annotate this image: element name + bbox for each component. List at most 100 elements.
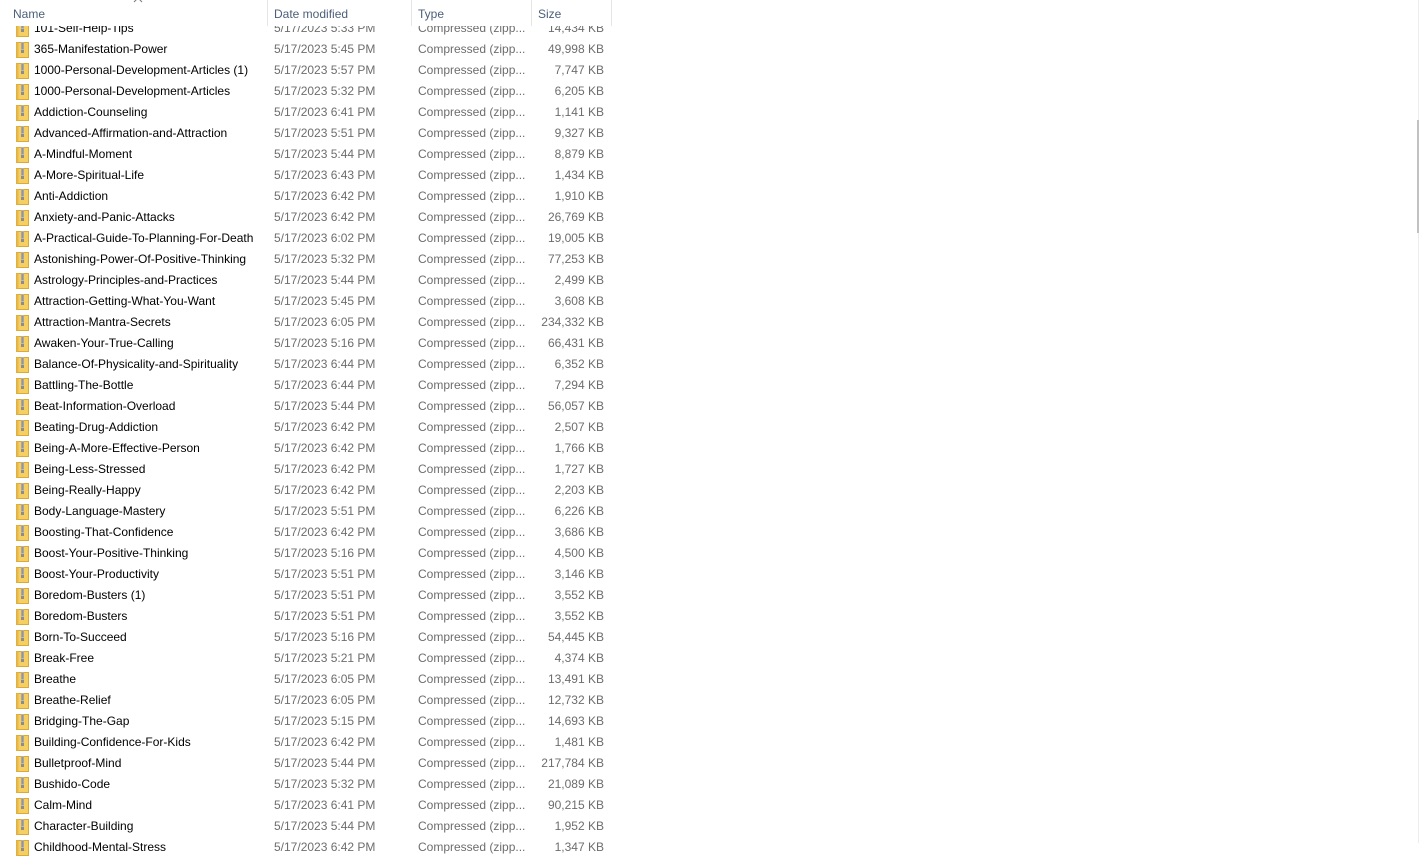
file-row[interactable]: Childhood-Mental-Stress 5/17/2023 6:42 P… (0, 837, 612, 858)
file-name: Astonishing-Power-Of-Positive-Thinking (34, 252, 247, 266)
zip-folder-icon (16, 609, 29, 625)
file-type: Compressed (zipp... (418, 462, 526, 476)
zip-folder-icon (16, 63, 29, 79)
file-size: 3,686 KB (554, 525, 604, 539)
file-type: Compressed (zipp... (418, 84, 526, 98)
file-name: Addiction-Counseling (34, 105, 148, 119)
file-date-modified: 5/17/2023 6:41 PM (274, 798, 376, 812)
file-row[interactable]: Bridging-The-Gap 5/17/2023 5:15 PM Compr… (0, 711, 612, 732)
file-name: 1000-Personal-Development-Articles (34, 84, 231, 98)
file-type: Compressed (zipp... (418, 735, 526, 749)
file-type: Compressed (zipp... (418, 441, 526, 455)
file-row[interactable]: Boost-Your-Positive-Thinking 5/17/2023 5… (0, 543, 612, 564)
zip-folder-icon (16, 735, 29, 751)
file-row[interactable]: Battling-The-Bottle 5/17/2023 6:44 PM Co… (0, 375, 612, 396)
file-date-modified: 5/17/2023 5:32 PM (274, 777, 376, 791)
file-date-modified: 5/17/2023 6:44 PM (274, 378, 376, 392)
file-row[interactable]: Anti-Addiction 5/17/2023 6:42 PM Compres… (0, 186, 612, 207)
file-date-modified: 5/17/2023 5:44 PM (274, 756, 376, 770)
file-row[interactable]: Building-Confidence-For-Kids 5/17/2023 6… (0, 732, 612, 753)
zip-folder-icon (16, 651, 29, 667)
file-row[interactable]: Astrology-Principles-and-Practices 5/17/… (0, 270, 612, 291)
file-date-modified: 5/17/2023 6:42 PM (274, 735, 376, 749)
file-row[interactable]: 1000-Personal-Development-Articles (1) 5… (0, 60, 612, 81)
column-header-type[interactable]: Type (412, 0, 531, 26)
file-row[interactable]: Advanced-Affirmation-and-Attraction 5/17… (0, 123, 612, 144)
file-size: 66,431 KB (547, 336, 604, 350)
column-header-type-label: Type (418, 7, 445, 21)
file-row[interactable]: Breathe-Relief 5/17/2023 6:05 PM Compres… (0, 690, 612, 711)
column-header-name-label: Name (13, 7, 46, 21)
file-row[interactable]: Calm-Mind 5/17/2023 6:41 PM Compressed (… (0, 795, 612, 816)
file-row[interactable]: Bushido-Code 5/17/2023 5:32 PM Compresse… (0, 774, 612, 795)
file-size: 2,499 KB (554, 273, 604, 287)
file-row[interactable]: Born-To-Succeed 5/17/2023 5:16 PM Compre… (0, 627, 612, 648)
file-type: Compressed (zipp... (418, 630, 526, 644)
file-row[interactable]: Beating-Drug-Addiction 5/17/2023 6:42 PM… (0, 417, 612, 438)
file-row[interactable]: Being-A-More-Effective-Person 5/17/2023 … (0, 438, 612, 459)
file-row[interactable]: 1000-Personal-Development-Articles 5/17/… (0, 81, 612, 102)
file-row[interactable]: Addiction-Counseling 5/17/2023 6:41 PM C… (0, 102, 612, 123)
column-header-size[interactable]: Size (532, 0, 611, 26)
file-row[interactable]: Astonishing-Power-Of-Positive-Thinking 5… (0, 249, 612, 270)
file-row[interactable]: Boredom-Busters (1) 5/17/2023 5:51 PM Co… (0, 585, 612, 606)
file-row[interactable]: Boosting-That-Confidence 5/17/2023 6:42 … (0, 522, 612, 543)
column-resize-handle[interactable] (611, 0, 612, 26)
zip-folder-icon (16, 84, 29, 100)
file-row[interactable]: Anxiety-and-Panic-Attacks 5/17/2023 6:42… (0, 207, 612, 228)
file-row[interactable]: Attraction-Getting-What-You-Want 5/17/20… (0, 291, 612, 312)
column-header-date-label: Date modified (274, 7, 349, 21)
file-date-modified: 5/17/2023 5:16 PM (274, 546, 376, 560)
file-name: Boost-Your-Productivity (34, 567, 159, 581)
file-row[interactable]: Awaken-Your-True-Calling 5/17/2023 5:16 … (0, 333, 612, 354)
file-date-modified: 5/17/2023 6:05 PM (274, 672, 376, 686)
file-size: 6,352 KB (554, 357, 604, 371)
vertical-scrollbar[interactable] (1416, 0, 1420, 843)
file-row[interactable]: A-Mindful-Moment 5/17/2023 5:44 PM Compr… (0, 144, 612, 165)
file-row[interactable]: Bulletproof-Mind 5/17/2023 5:44 PM Compr… (0, 753, 612, 774)
file-name: Boredom-Busters (34, 609, 128, 623)
zip-folder-icon (16, 147, 29, 163)
file-row[interactable]: Boost-Your-Productivity 5/17/2023 5:51 P… (0, 564, 612, 585)
file-date-modified: 5/17/2023 5:44 PM (274, 273, 376, 287)
file-row[interactable]: Boredom-Busters 5/17/2023 5:51 PM Compre… (0, 606, 612, 627)
file-row[interactable]: Being-Really-Happy 5/17/2023 6:42 PM Com… (0, 480, 612, 501)
file-row[interactable]: Attraction-Mantra-Secrets 5/17/2023 6:05… (0, 312, 612, 333)
file-type: Compressed (zipp... (418, 504, 526, 518)
zip-folder-icon (16, 504, 29, 520)
zip-folder-icon (16, 210, 29, 226)
zip-folder-icon (16, 630, 29, 646)
file-row[interactable]: A-More-Spiritual-Life 5/17/2023 6:43 PM … (0, 165, 612, 186)
file-name: Being-Less-Stressed (34, 462, 146, 476)
file-explorer-details-view: Name Date modified Type Size 101-Self-He… (0, 0, 1420, 867)
file-row[interactable]: A-Practical-Guide-To-Planning-For-Death … (0, 228, 612, 249)
file-date-modified: 5/17/2023 6:42 PM (274, 483, 376, 497)
file-row[interactable]: Beat-Information-Overload 5/17/2023 5:44… (0, 396, 612, 417)
column-header-name[interactable]: Name (0, 0, 267, 26)
sort-ascending-icon (133, 0, 143, 4)
file-size: 6,205 KB (554, 84, 604, 98)
file-row[interactable]: Body-Language-Mastery 5/17/2023 5:51 PM … (0, 501, 612, 522)
file-type: Compressed (zipp... (418, 567, 526, 581)
file-size: 2,203 KB (554, 483, 604, 497)
file-date-modified: 5/17/2023 6:41 PM (274, 105, 376, 119)
file-type: Compressed (zipp... (418, 105, 526, 119)
file-row[interactable]: Breathe 5/17/2023 6:05 PM Compressed (zi… (0, 669, 612, 690)
zip-folder-icon (16, 714, 29, 730)
file-row[interactable]: Break-Free 5/17/2023 5:21 PM Compressed … (0, 648, 612, 669)
file-name: Being-A-More-Effective-Person (34, 441, 200, 455)
file-row[interactable]: Character-Building 5/17/2023 5:44 PM Com… (0, 816, 612, 837)
file-row[interactable]: Balance-Of-Physicality-and-Spirituality … (0, 354, 612, 375)
scrollbar-thumb[interactable] (1417, 120, 1419, 233)
file-type: Compressed (zipp... (418, 168, 526, 182)
zip-folder-icon (16, 378, 29, 394)
file-size: 49,998 KB (547, 42, 604, 56)
file-type: Compressed (zipp... (418, 42, 526, 56)
file-size: 2,507 KB (554, 420, 604, 434)
file-row[interactable]: 365-Manifestation-Power 5/17/2023 5:45 P… (0, 39, 612, 60)
file-row[interactable]: Being-Less-Stressed 5/17/2023 6:42 PM Co… (0, 459, 612, 480)
column-header-date[interactable]: Date modified (268, 0, 411, 26)
file-name: Awaken-Your-True-Calling (34, 336, 174, 350)
file-size: 3,146 KB (554, 567, 604, 581)
file-name: Break-Free (34, 651, 95, 665)
